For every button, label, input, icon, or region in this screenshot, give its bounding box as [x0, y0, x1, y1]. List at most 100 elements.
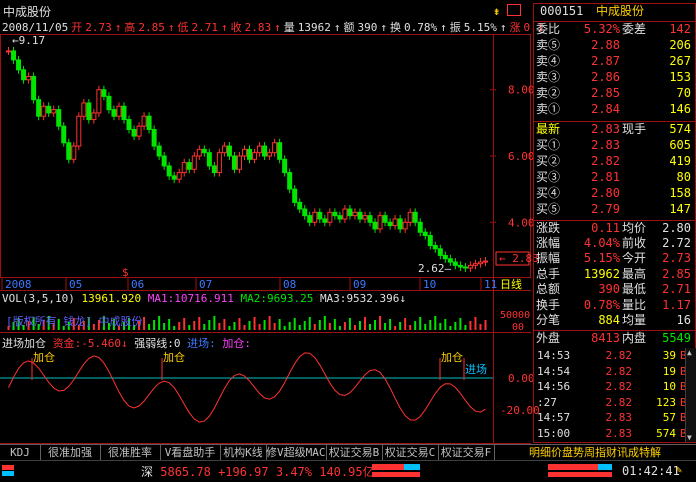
candle-body [307, 215, 313, 223]
indicator-tab-6[interactable]: 权证交易B [326, 445, 383, 460]
candle-body [121, 105, 127, 121]
quote-tab-0[interactable]: 明细 [529, 446, 551, 459]
tick-time: 14:54 [537, 364, 571, 378]
indicator-tab-2[interactable]: 很准胜率 [100, 445, 161, 460]
row-label: 买① [536, 138, 561, 152]
row-price: 2.85 [591, 86, 620, 100]
tick-price: 2.83 [605, 411, 633, 424]
candle-body [277, 142, 283, 160]
stat-row: 分笔 884 均量 16 [534, 313, 695, 328]
stat-value: 884 [598, 313, 620, 327]
entry-label: 进场: [187, 337, 216, 350]
candle-body [136, 125, 142, 137]
indicator-tab-4[interactable]: 机构K线 [220, 445, 267, 460]
high-value: 2.85 [138, 21, 165, 34]
quote-tabs[interactable]: 明细价盘势周指财讯成特解 [494, 445, 696, 460]
tick-row[interactable]: 14:54 2.82 19 B [534, 364, 695, 379]
indicator-tab-8[interactable]: 权证交易F [438, 445, 495, 460]
tick-row[interactable]: 14:56 2.82 10 B [534, 379, 695, 394]
sell-level-3: 卖③ 2.86 153 [534, 70, 695, 85]
candle-body [327, 211, 333, 223]
amplitude-label: 振 [449, 21, 461, 34]
tick-row[interactable]: 14:57 2.83 57 B [534, 410, 695, 425]
candle-body [21, 69, 27, 81]
tick-row[interactable]: 15:00 2.83 574 B [534, 426, 695, 441]
quote-tab-2[interactable]: 势周 [573, 446, 595, 459]
connection-icon: ✎ [676, 465, 683, 476]
pin-icon[interactable]: ⇟ [493, 4, 500, 18]
tick-volume: 10 [662, 380, 676, 393]
quote-tab-5[interactable]: 特解 [639, 446, 661, 459]
max-price-label: ←9.17 [12, 34, 45, 47]
scroll-down-icon[interactable]: ▼ [687, 433, 692, 442]
candle-body [101, 89, 107, 97]
outer-label: 外盘 [536, 331, 561, 345]
quote-tab-3[interactable]: 指财 [595, 446, 617, 459]
row-volume: 267 [669, 54, 691, 68]
ma3-label: MA3: [319, 292, 347, 305]
candle-body [477, 261, 483, 265]
chart-stock-name: 中成股份 [3, 5, 52, 19]
row-volume: 158 [669, 186, 691, 200]
price-tick-label: 8.00 [508, 84, 535, 97]
indicator-tab-0[interactable]: KDJ [0, 445, 41, 460]
stat-value-2: 2.73 [662, 251, 691, 265]
tick-price: 2.82 [605, 380, 633, 393]
stat-label: 换手 [536, 297, 561, 312]
window-toggle-icon[interactable] [507, 4, 521, 16]
indicator-tab-5[interactable]: 修V超级MACD [266, 445, 327, 460]
index-summary[interactable]: 深 5865.78 +196.97 3.47% 140.95亿 [141, 463, 375, 480]
market-breadth-down [404, 464, 420, 470]
candle-body [226, 145, 232, 157]
candle-body [457, 264, 463, 268]
fund-label: 资金: [52, 337, 82, 350]
buy-level-3: 买③ 2.81 80 [534, 170, 695, 185]
tick-time: 14:56 [537, 380, 571, 393]
tick-scrollbar[interactable]: ▲ ▼ [685, 348, 696, 442]
indicator-tab-3[interactable]: V看盘助手 [160, 445, 221, 460]
candle-body [442, 254, 448, 260]
latest-price: 2.83 [591, 122, 620, 136]
row-price: 2.86 [591, 70, 620, 84]
indicator-name: 进场加仓 [2, 337, 46, 350]
row-label: 卖⑤ [536, 38, 561, 52]
high-label: 高 [124, 21, 136, 34]
tick-row[interactable]: :27 2.82 123 B [534, 395, 695, 410]
candle-body [377, 215, 383, 230]
indicator-tabs: KDJ 很准加强 很准胜率 V看盘助手 机构K线 修V超级MACD 权证交易B 权证交易C 权证… [0, 444, 696, 460]
stat-value-2: 2.80 [662, 221, 691, 235]
quote-tab-4[interactable]: 讯成 [617, 446, 639, 459]
sell-level-5: 卖⑤ 2.88 206 [534, 38, 695, 53]
indicator-tab-7[interactable]: 权证交易C [382, 445, 439, 460]
stat-label: 分笔 [536, 313, 561, 327]
indicator-tab-1[interactable]: 很准加强 [40, 445, 101, 460]
candle-body [452, 261, 458, 266]
open-value: 2.73 [85, 21, 112, 34]
tick-row[interactable]: 14:53 2.82 39 B [534, 348, 695, 363]
candle-body [91, 112, 97, 121]
candle-body [176, 172, 182, 180]
candle-body [51, 109, 57, 114]
candle-body [422, 231, 428, 237]
kline-info-bar: 2008/11/05 开 2.73 ↑ 高 2.85 ↑ 低 2.71 ↑ 收 2.83 ↑ 量 13962… [2, 21, 544, 34]
date-tick-label: 05 [69, 278, 82, 291]
stat-value-2: 2.71 [662, 282, 691, 296]
stat-value-2: 16 [676, 313, 691, 327]
date-tick-label: 07 [199, 278, 212, 291]
candle-body [357, 211, 363, 220]
candle-body [156, 145, 162, 157]
quote-panel: 000151 中成股份 委比 5.32% 委差 142 卖⑤ 2.88 206 卖④ 2… [533, 3, 696, 443]
candle-body [297, 201, 303, 210]
candle-body [106, 95, 112, 111]
current-volume-label: 现手 [622, 122, 647, 136]
row-price: 2.80 [591, 186, 620, 200]
period-label: 日线 [500, 277, 522, 291]
sell-level-2: 卖② 2.85 70 [534, 86, 695, 101]
candle-body [262, 145, 268, 157]
row-label: 卖④ [536, 54, 561, 68]
stat-row: 涨幅 4.04% 前收 2.72 [534, 236, 695, 251]
buy-level-4: 买④ 2.80 158 [534, 186, 695, 201]
quote-tab-1[interactable]: 价盘 [551, 446, 573, 459]
latest-row: 最新 2.83 现手 574 [534, 121, 695, 137]
scroll-up-icon[interactable]: ▲ [687, 348, 692, 357]
